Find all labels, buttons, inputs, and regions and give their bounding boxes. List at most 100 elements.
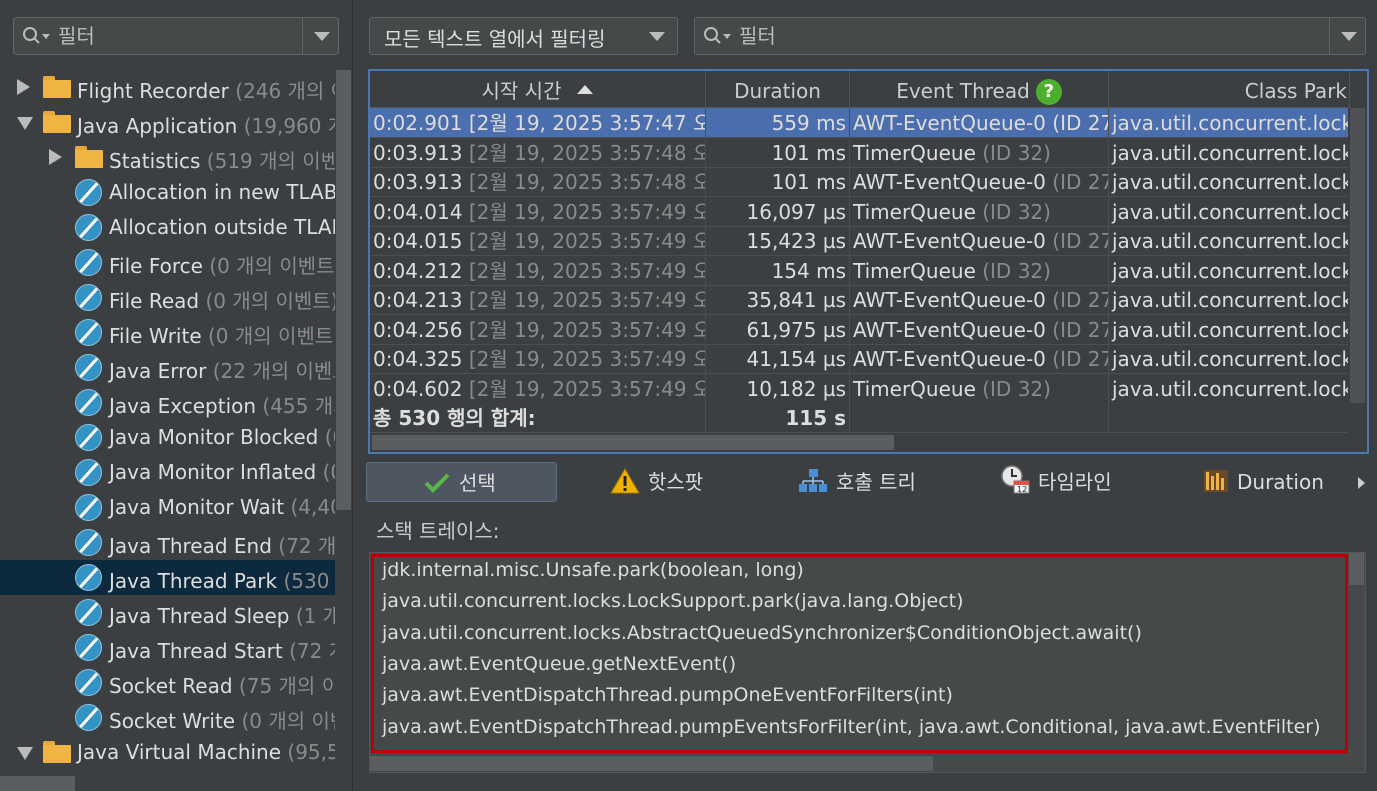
expand-arrow-icon[interactable]: [49, 149, 62, 165]
table-vertical-scrollbar[interactable]: [1348, 108, 1367, 436]
cell-event-thread: TimerQueue (ID 32): [850, 196, 1109, 227]
table-row[interactable]: 0:04.213 [2월 19, 2025 3:57:49 오후]35,841 …: [370, 285, 1367, 315]
table-row[interactable]: 0:03.913 [2월 19, 2025 3:57:48 오후]101 msT…: [370, 137, 1367, 168]
tree-item[interactable]: Java Thread Sleep (1 개의: [0, 595, 335, 630]
tree-item-label: Java Monitor Inflated (0: [109, 460, 335, 484]
tree-item[interactable]: Java Monitor Blocked (0: [0, 420, 335, 455]
event-type-icon: [75, 564, 102, 591]
svg-text:12: 12: [1017, 485, 1027, 494]
column-header-start-time[interactable]: 시작 시간: [370, 71, 706, 108]
tree-item[interactable]: Allocation outside TLAB: [0, 210, 335, 245]
tree-item[interactable]: Java Application (19,960 개의: [0, 105, 335, 140]
tree-item[interactable]: File Force (0 개의 이벤트: [0, 245, 335, 280]
cell-class-park: java.util.concurrent.locks.A: [1109, 344, 1350, 374]
tree-item[interactable]: Java Thread End (72 개의: [0, 525, 335, 560]
event-type-icon: [75, 214, 102, 241]
tree-item[interactable]: File Write (0 개의 이벤트: [0, 315, 335, 350]
folder-icon: [75, 146, 103, 168]
tree-item[interactable]: File Read (0 개의 이벤트): [0, 280, 335, 315]
table-row[interactable]: 0:04.014 [2월 19, 2025 3:57:49 오후]16,097 …: [370, 196, 1367, 227]
column-header-duration[interactable]: Duration: [706, 71, 850, 108]
event-type-icon: [75, 354, 102, 381]
tree-item[interactable]: Java Monitor Wait (4,405: [0, 490, 335, 525]
cell-duration: 559 ms: [706, 108, 850, 138]
cell-duration: 41,154 µs: [706, 344, 850, 374]
stack-frame[interactable]: java.util.concurrent.locks.LockSupport.p…: [382, 590, 964, 612]
table-row[interactable]: 0:04.602 [2월 19, 2025 3:57:49 오후]10,182 …: [370, 373, 1367, 404]
tree-item-count: (22 개의 이벤트: [212, 359, 335, 383]
tree-filter-dropdown[interactable]: [302, 18, 338, 54]
sort-ascending-icon: [577, 85, 594, 94]
table-row[interactable]: 0:03.913 [2월 19, 2025 3:57:48 오후]101 msA…: [370, 167, 1367, 197]
column-header-class-park[interactable]: Class Park: [1109, 71, 1350, 108]
cell-event-thread: AWT-EventQueue-0 (ID 27): [850, 226, 1109, 256]
tree-item[interactable]: Java Monitor Inflated (0: [0, 455, 335, 490]
tree-filter-input[interactable]: [58, 20, 298, 52]
cell-class-park: java.util.concurrent.locks.A: [1109, 285, 1350, 315]
table-row[interactable]: 0:04.325 [2월 19, 2025 3:57:49 오후]41,154 …: [370, 344, 1367, 374]
cell-start-time: 0:04.213 [2월 19, 2025 3:57:49 오후]: [370, 285, 706, 315]
tree-item[interactable]: Allocation in new TLAB (: [0, 175, 335, 210]
cell-start-time: 0:03.913 [2월 19, 2025 3:57:48 오후]: [370, 167, 706, 197]
stack-frame[interactable]: java.awt.EventDispatchThread.pumpEventsF…: [382, 716, 1321, 738]
tree-item[interactable]: Java Exception (455 개의: [0, 385, 335, 420]
cell-start-time: 0:04.602 [2월 19, 2025 3:57:49 오후]: [370, 373, 706, 404]
tree-item-label: Flight Recorder (246 개의 이: [77, 75, 335, 104]
table-filter-field[interactable]: [694, 17, 1366, 55]
table-row[interactable]: 0:02.901 [2월 19, 2025 3:57:47 오후]559 msA…: [370, 108, 1367, 138]
column-filter-label: 모든 텍스트 열에서 필터링: [384, 27, 606, 51]
tree-item[interactable]: Java Thread Park (530 개: [0, 560, 335, 595]
stack-frame[interactable]: java.util.concurrent.locks.AbstractQueue…: [382, 622, 1142, 644]
tab-duration[interactable]: Duration: [1203, 462, 1324, 502]
tree-item[interactable]: Java Thread Start (72 개의: [0, 630, 335, 665]
stack-horizontal-scrollbar[interactable]: [370, 754, 1348, 772]
tree-item-label: Allocation outside TLAB: [109, 215, 335, 239]
column-header-event-thread[interactable]: Event Thread?: [850, 71, 1109, 108]
tree-item[interactable]: Flight Recorder (246 개의 이: [0, 70, 335, 105]
table-filter-input[interactable]: [739, 20, 1319, 52]
cell-class-park: java.util.concurrent.locks.A: [1109, 108, 1350, 138]
tree-vertical-scrollbar[interactable]: [335, 70, 352, 774]
cell-class-park: java.util.concurrent.locks.A: [1109, 255, 1350, 286]
collapse-arrow-icon[interactable]: [17, 117, 33, 130]
warning-icon: [610, 468, 640, 494]
tree-item-count: (95,597: [287, 740, 335, 764]
stack-frame[interactable]: jdk.internal.misc.Unsafe.park(boolean, l…: [382, 559, 804, 581]
stack-frame[interactable]: java.awt.EventQueue.getNextEvent(): [382, 653, 736, 675]
cell-event-thread: AWT-EventQueue-0 (ID 27): [850, 167, 1109, 197]
table-row[interactable]: 0:04.212 [2월 19, 2025 3:57:49 오후]154 msT…: [370, 255, 1367, 286]
help-icon[interactable]: ?: [1035, 79, 1062, 105]
table-horizontal-scrollbar[interactable]: [370, 433, 1350, 452]
collapse-arrow-icon[interactable]: [17, 747, 33, 760]
table-row[interactable]: 0:04.256 [2월 19, 2025 3:57:49 오후]61,975 …: [370, 314, 1367, 345]
table-filter-dropdown[interactable]: [1329, 18, 1365, 54]
event-type-icon: [75, 389, 102, 416]
event-type-icon: [75, 459, 102, 486]
cell-event-thread: AWT-EventQueue-0 (ID 27): [850, 344, 1109, 374]
tab-selection[interactable]: 선택: [366, 462, 557, 502]
tree-horizontal-scrollbar[interactable]: [0, 774, 335, 791]
check-icon: [424, 473, 450, 493]
column-filter-select[interactable]: 모든 텍스트 열에서 필터링: [369, 17, 678, 55]
tab-hotspots[interactable]: 핫스팟: [610, 462, 703, 502]
search-icon: [704, 27, 731, 44]
call-tree-icon: [799, 469, 827, 492]
tree-filter-field[interactable]: [13, 17, 339, 55]
tree-item[interactable]: Socket Write (0 개의 이벤: [0, 700, 335, 735]
cell-start-time: 0:02.901 [2월 19, 2025 3:57:47 오후]: [370, 108, 706, 138]
summary-label: 총 530 행의 합계:: [370, 403, 706, 433]
stack-frame[interactable]: java.awt.EventDispatchThread.pumpOneEven…: [382, 684, 953, 706]
tree-item[interactable]: Java Error (22 개의 이벤트: [0, 350, 335, 385]
more-tabs-icon[interactable]: [1358, 477, 1365, 489]
tree-item[interactable]: Socket Read (75 개의 이: [0, 665, 335, 700]
cell-event-thread: TimerQueue (ID 32): [850, 373, 1109, 404]
table-row[interactable]: 0:04.015 [2월 19, 2025 3:57:49 오후]15,423 …: [370, 226, 1367, 256]
stack-vertical-scrollbar[interactable]: [1348, 553, 1365, 753]
cell-event-thread: AWT-EventQueue-0 (ID 27): [850, 314, 1109, 345]
tab-timeline[interactable]: 12 타임라인: [1000, 462, 1112, 502]
tree-item-label: Java Error (22 개의 이벤트: [109, 355, 335, 384]
tree-item[interactable]: Statistics (519 개의 이벤트: [0, 140, 335, 175]
tree-item[interactable]: Java Virtual Machine (95,597: [0, 735, 335, 770]
tab-call-tree[interactable]: 호출 트리: [798, 462, 916, 502]
expand-arrow-icon[interactable]: [17, 79, 30, 95]
